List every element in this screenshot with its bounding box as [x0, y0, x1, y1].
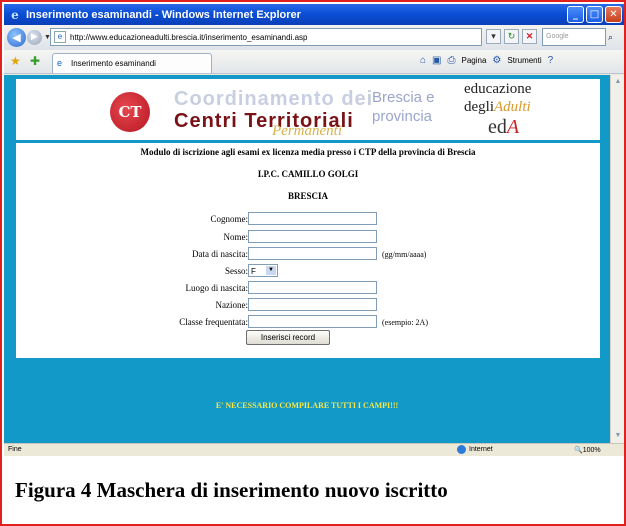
eda-line1: educazione — [464, 81, 532, 97]
row-luogo-nascita: Luogo di nascita: — [16, 281, 600, 295]
nome-label: Nome: — [223, 232, 249, 242]
classe-hint: (esempio: 2A) — [382, 318, 428, 327]
data-format-hint: (gg/mm/aaaa) — [382, 250, 427, 259]
eda-line3: edA — [488, 116, 519, 139]
refresh-icon[interactable]: ↻ — [504, 29, 519, 44]
window-title: Inserimento esaminandi - Windows Interne… — [26, 8, 301, 21]
address-dropdown-icon[interactable]: ▾ — [486, 29, 501, 44]
chevron-down-icon: ▼ — [266, 266, 276, 275]
command-bar: ⌂ ▣ ⎙ Pagina ⚙ Strumenti ? — [420, 55, 553, 66]
sesso-value: F — [251, 267, 256, 276]
globe-icon — [457, 445, 466, 454]
browser-window: e Inserimento esaminandi - Windows Inter… — [4, 4, 624, 456]
tools-gear-icon: ⚙ — [492, 55, 502, 66]
header-banner: CT Coordinamento dei Centri Territoriali… — [16, 79, 600, 140]
form-intro: Modulo di iscrizione agli esami ex licen… — [140, 147, 476, 157]
registration-form: Modulo di iscrizione agli esami ex licen… — [16, 143, 600, 358]
data-nascita-input[interactable] — [248, 247, 377, 260]
page-content: CT Coordinamento dei Centri Territoriali… — [4, 75, 610, 443]
school-name: I.P.C. CAMILLO GOLGI — [257, 169, 359, 179]
stop-icon[interactable]: ✕ — [522, 29, 537, 44]
nazione-label: Nazione: — [215, 300, 248, 310]
row-classe: Classe frequentata: (esempio: 2A) — [16, 315, 600, 329]
org-name-line3: Permanenti — [272, 123, 342, 139]
luogo-nascita-input[interactable] — [248, 281, 377, 294]
eda-line2-a: degli — [464, 99, 494, 115]
title-bar: e Inserimento esaminandi - Windows Inter… — [4, 4, 624, 25]
address-toolbar: ◀ ▶ ▼ e http://www.educazioneadulti.bres… — [4, 25, 624, 50]
address-tools: ▾ ↻ ✕ — [486, 29, 537, 44]
vertical-scrollbar[interactable]: ▲ ▼ — [610, 75, 624, 443]
eda-line3-a: ed — [488, 116, 507, 138]
row-sesso: Sesso: F ▼ — [16, 264, 600, 278]
data-nascita-label: Data di nascita: — [192, 249, 248, 259]
zoom-control[interactable]: 🔍100% — [574, 446, 601, 454]
nome-input[interactable] — [248, 230, 377, 243]
eda-line2-b: Adulti — [494, 99, 531, 115]
province-line1: Brescia e — [372, 89, 435, 106]
ie-logo-icon: e — [11, 7, 19, 22]
row-cognome: Cognome: — [16, 212, 600, 226]
tab-page-icon: e — [57, 58, 63, 68]
city-name: BRESCIA — [287, 191, 328, 201]
eda-line2: degliAdulti — [464, 99, 531, 116]
province-line2: provincia — [372, 108, 433, 125]
zoom-level: 100% — [582, 447, 601, 454]
cognome-label: Cognome: — [210, 214, 249, 224]
print-icon[interactable]: ⎙ — [448, 55, 456, 66]
org-name-line1: Coordinamento dei — [174, 88, 374, 110]
nazione-input[interactable] — [248, 298, 377, 311]
zoom-icon: 🔍 — [574, 447, 583, 454]
search-icon[interactable]: ⌕ — [608, 29, 621, 45]
tab-inserimento[interactable]: e Inserimento esaminandi — [52, 53, 212, 73]
favorites-star-icon[interactable]: ★ — [10, 54, 21, 68]
back-button[interactable]: ◀ — [7, 28, 26, 47]
minimize-button[interactable]: _ — [567, 6, 584, 23]
sesso-label: Sesso: — [224, 266, 248, 276]
row-data-nascita: Data di nascita: (gg/mm/aaaa) — [16, 247, 600, 261]
status-bar: Fine Internet 🔍100% — [4, 443, 624, 456]
search-input[interactable]: Google — [542, 28, 606, 46]
insert-record-button[interactable]: Inserisci record — [246, 330, 330, 345]
luogo-nascita-label: Luogo di nascita: — [185, 283, 249, 293]
add-favorites-icon[interactable]: ✚ — [30, 54, 40, 68]
window-controls: _ □ ✕ — [567, 6, 622, 23]
eda-line3-b: A — [506, 116, 520, 138]
tools-menu[interactable]: Strumenti — [507, 56, 541, 65]
zone-label: Internet — [469, 446, 493, 453]
tab-label: Inserimento esaminandi — [71, 59, 156, 68]
tab-bar: ★ ✚ e Inserimento esaminandi ⌂ ▣ ⎙ Pagin… — [4, 50, 624, 74]
page-icon: e — [54, 31, 66, 43]
scroll-down-icon[interactable]: ▼ — [611, 429, 624, 443]
sesso-select[interactable]: F ▼ — [248, 264, 278, 277]
cognome-input[interactable] — [248, 212, 377, 225]
address-input[interactable]: e http://www.educazioneadulti.brescia.it… — [50, 28, 482, 46]
maximize-button[interactable]: □ — [586, 6, 603, 23]
close-button[interactable]: ✕ — [605, 6, 622, 23]
home-icon[interactable]: ⌂ — [420, 55, 426, 66]
security-zone: Internet — [457, 445, 493, 454]
help-icon[interactable]: ? — [548, 55, 554, 66]
page-menu[interactable]: Pagina — [462, 56, 487, 65]
row-nome: Nome: — [16, 230, 600, 244]
url-text: http://www.educazioneadulti.brescia.it/i… — [70, 32, 308, 42]
feeds-icon[interactable]: ▣ — [432, 55, 441, 66]
required-fields-warning: E' NECESSARIO COMPILARE TUTTI I CAMPI!!! — [215, 401, 399, 410]
figure-caption: Figura 4 Maschera di inserimento nuovo i… — [15, 478, 448, 502]
scroll-up-icon[interactable]: ▲ — [611, 75, 624, 89]
classe-label: Classe frequentata: — [179, 317, 248, 327]
figure-frame: e Inserimento esaminandi - Windows Inter… — [0, 0, 626, 526]
forward-button[interactable]: ▶ — [27, 30, 42, 45]
status-text: Fine — [8, 446, 22, 453]
row-nazione: Nazione: — [16, 298, 600, 312]
ctp-logo: CT — [110, 92, 150, 132]
classe-input[interactable] — [248, 315, 377, 328]
